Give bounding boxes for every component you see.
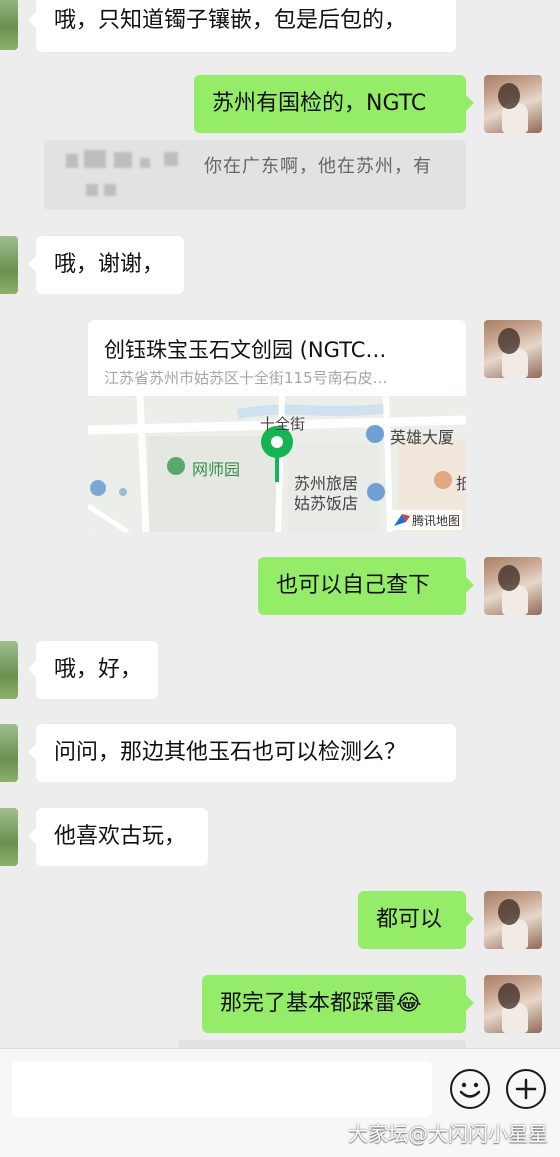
location-title: 创钰珠宝玉石文创园 (NGTC… (104, 338, 387, 362)
message-text: 苏州有国检的，NGTC (212, 91, 427, 116)
message-bubble[interactable]: 也可以自己查下 (258, 557, 474, 615)
location-card[interactable]: 创钰珠宝玉石文创园 (NGTC… 江苏省苏州市姑苏区十全街115号南石皮… 十全… (88, 320, 466, 532)
blurred-name (84, 150, 106, 168)
smile-icon[interactable] (450, 1069, 490, 1109)
quoted-message[interactable]: 你在广东啊，他在苏州，有 (44, 140, 466, 210)
message-text: 哦，只知道镯子镶嵌，包是后包的， (54, 8, 407, 33)
message-bubble[interactable]: 哦，好， (28, 641, 158, 699)
blurred-name (104, 184, 116, 196)
contact-avatar[interactable] (0, 236, 18, 294)
my-avatar[interactable] (484, 891, 542, 949)
contact-avatar[interactable] (0, 724, 18, 782)
message-bubble[interactable]: 都可以 (358, 891, 474, 949)
blurred-name (164, 152, 178, 166)
plus-icon[interactable] (506, 1069, 546, 1109)
message-text: 问问，那边其他玉石也可以检测么？ (54, 740, 407, 765)
message-input[interactable] (12, 1061, 432, 1117)
partial-message (178, 1040, 466, 1048)
message-text: 哦，好， (54, 657, 143, 682)
laughing-emoji-icon: 😂 (396, 991, 422, 1016)
smile-icon-graphic (459, 1082, 481, 1098)
chat-area[interactable]: 哦，只知道镯子镶嵌，包是后包的， 苏州有国检的，NGTC 你在广东啊，他在苏州，… (0, 0, 560, 1048)
blurred-name (114, 152, 132, 168)
watermark: 大家坛@大闪闪小星星 (348, 1122, 548, 1146)
map-street-label: 十全街 (260, 415, 306, 433)
contact-avatar[interactable] (0, 808, 18, 866)
my-avatar[interactable] (484, 75, 542, 133)
message-bubble[interactable]: 他喜欢古玩， (28, 808, 208, 866)
map-poi-label: 网师园 (192, 460, 241, 479)
map-provider-label: 腾讯地图 (412, 514, 461, 528)
message-bubble[interactable]: 哦，只知道镯子镶嵌，包是后包的， (28, 0, 456, 52)
map-preview[interactable]: 十全街 英雄大厦 网师园 苏州旅居 姑苏饭店 抵 腾讯地图 (88, 396, 466, 532)
my-avatar[interactable] (484, 975, 542, 1033)
map-poi-label: 姑苏饭店 (294, 494, 359, 513)
message-text: 也可以自己查下 (276, 573, 431, 598)
message-bubble[interactable]: 哦，谢谢， (28, 236, 184, 294)
quoted-text: 你在广东啊，他在苏州，有 (204, 156, 432, 177)
blurred-name (140, 158, 150, 168)
message-bubble[interactable]: 问问，那边其他玉石也可以检测么？ (28, 724, 456, 782)
my-avatar[interactable] (484, 557, 542, 615)
my-avatar[interactable] (484, 320, 542, 378)
blurred-name (66, 154, 78, 168)
plus-icon-graphic (515, 1078, 537, 1100)
contact-avatar[interactable] (0, 0, 18, 50)
blurred-name (86, 184, 98, 196)
message-text: 他喜欢古玩， (54, 824, 187, 849)
map-poi-label: 抵 (456, 474, 466, 493)
location-address: 江苏省苏州市姑苏区十全街115号南石皮… (104, 369, 388, 387)
message-text: 都可以 (376, 907, 443, 932)
map-poi-label: 英雄大厦 (390, 428, 455, 447)
message-text: 哦，谢谢， (54, 252, 165, 277)
contact-avatar[interactable] (0, 641, 18, 699)
message-bubble[interactable]: 那完了基本都踩雷😂 (202, 975, 474, 1033)
message-text: 那完了基本都踩雷 (220, 991, 397, 1016)
message-bubble[interactable]: 苏州有国检的，NGTC (194, 75, 474, 133)
